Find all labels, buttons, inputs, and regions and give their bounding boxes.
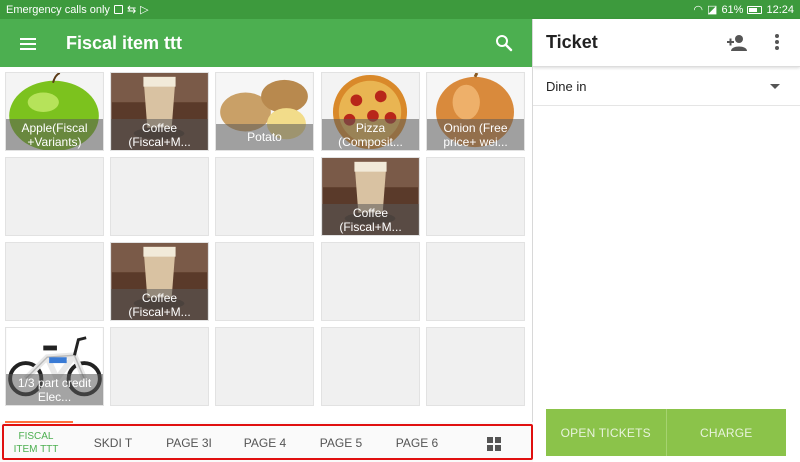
app-bar: Fiscal item ttt (0, 19, 533, 67)
ticket-title: Ticket (546, 32, 598, 52)
empty-tile[interactable] (5, 157, 104, 236)
empty-tile[interactable] (215, 242, 314, 321)
ticket-header: Ticket (533, 19, 800, 67)
item-tile-pizza[interactable]: Pizza (Composit... (321, 72, 420, 151)
empty-tile[interactable] (426, 157, 525, 236)
empty-tile[interactable] (215, 157, 314, 236)
dropdown-arrow-icon (770, 84, 780, 89)
open-tickets-button[interactable]: OPEN TICKETS (546, 409, 667, 456)
item-tile-potato[interactable]: Potato (215, 72, 314, 151)
item-label: 1/3 part credit Elec... (6, 374, 103, 405)
item-tile-bicycle[interactable]: 1/3 part credit Elec... (5, 327, 104, 406)
carrier-text: Emergency calls only (6, 3, 110, 16)
item-label: Pizza (Composit... (322, 119, 419, 150)
add-customer-icon[interactable] (726, 33, 748, 53)
item-tile-coffee[interactable]: Coffee (Fiscal+M... (321, 157, 420, 236)
item-tile-coffee[interactable]: Coffee (Fiscal+M... (110, 242, 209, 321)
empty-tile[interactable] (426, 327, 525, 406)
battery-icon (747, 5, 763, 14)
active-tab-indicator (5, 421, 73, 423)
empty-tile[interactable] (5, 242, 104, 321)
signal-icon: ◪ (707, 4, 718, 16)
notification-icon (113, 5, 123, 14)
status-bar: Emergency calls only ⇆ ▷ ◠ ◪ 61% 12:24 (0, 0, 800, 19)
item-tile-coffee[interactable]: Coffee (Fiscal+M... (110, 72, 209, 151)
clock: 12:24 (766, 3, 794, 16)
ticket-actions: OPEN TICKETS CHARGE (546, 409, 786, 456)
item-label: Onion (Free price+ wei... (427, 119, 524, 150)
usb-icon: ⇆ (126, 4, 137, 16)
battery-percent: 61% (721, 3, 744, 16)
page-title: Fiscal item ttt (66, 32, 183, 53)
item-label: Coffee (Fiscal+M... (111, 119, 208, 150)
empty-tile[interactable] (426, 242, 525, 321)
empty-tile[interactable] (110, 327, 209, 406)
item-label: Coffee (Fiscal+M... (322, 204, 419, 235)
search-icon[interactable] (495, 34, 513, 52)
dining-option-dropdown[interactable]: Dine in (533, 67, 800, 106)
item-label: Coffee (Fiscal+M... (111, 289, 208, 320)
item-label: Potato (216, 124, 313, 150)
item-tile-apple[interactable]: Apple(Fiscal +Variants) (5, 72, 104, 151)
item-label: Apple(Fiscal +Variants) (6, 119, 103, 150)
empty-tile[interactable] (110, 157, 209, 236)
more-options-icon[interactable] (774, 34, 780, 52)
empty-tile[interactable] (215, 327, 314, 406)
item-tile-onion[interactable]: Onion (Free price+ wei... (426, 72, 525, 151)
tabs-highlight-box (2, 424, 533, 460)
charge-button[interactable]: CHARGE (666, 409, 786, 456)
empty-tile[interactable] (321, 327, 420, 406)
empty-tile[interactable] (321, 242, 420, 321)
sim-icon: ▷ (140, 4, 149, 16)
menu-icon[interactable] (20, 36, 40, 50)
wifi-icon: ◠ (693, 4, 704, 16)
dining-option-value: Dine in (546, 78, 587, 94)
